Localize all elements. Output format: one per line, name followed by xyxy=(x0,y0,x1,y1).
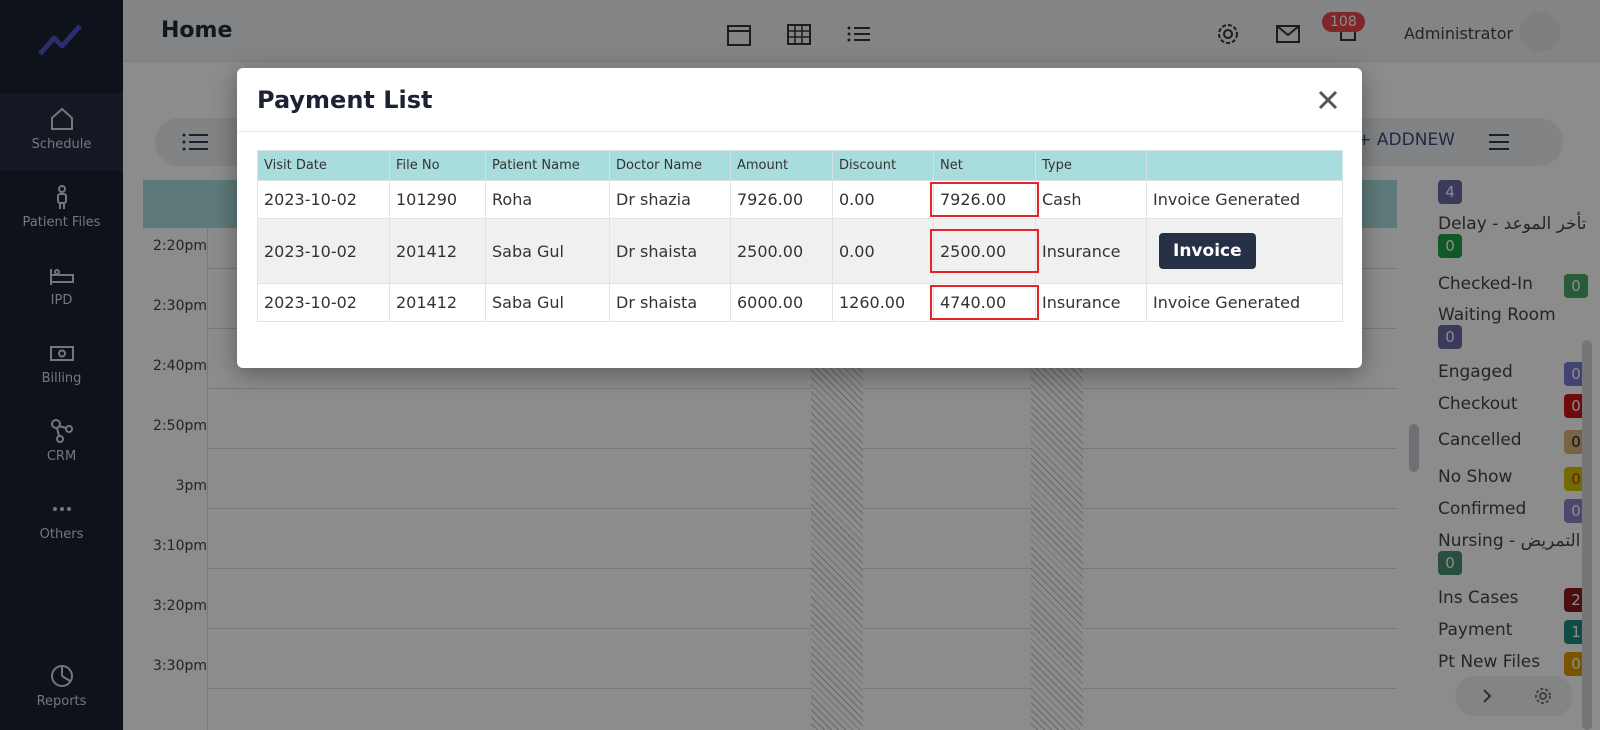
visit-date-cell: 2023-10-02 xyxy=(257,218,390,284)
column-header: Discount xyxy=(832,150,934,181)
amount-cell: 7926.00 xyxy=(730,180,833,219)
file-no-cell: 101290 xyxy=(389,180,486,219)
doctor-name-cell: Dr shaista xyxy=(609,283,731,322)
patient-name-cell: Saba Gul xyxy=(485,218,610,284)
column-header: Type xyxy=(1035,150,1147,181)
invoice-status-cell: Invoice Generated xyxy=(1146,283,1343,322)
file-no-cell: 201412 xyxy=(389,218,486,284)
type-cell: Insurance xyxy=(1035,218,1147,284)
invoice-status-cell: Invoice Generated xyxy=(1146,180,1343,219)
net-cell: 7926.00 xyxy=(930,180,1039,219)
doctor-name-cell: Dr shazia xyxy=(609,180,731,219)
close-icon[interactable] xyxy=(1314,86,1342,114)
patient-name-cell: Saba Gul xyxy=(485,283,610,322)
column-header: Doctor Name xyxy=(609,150,731,181)
discount-cell: 1260.00 xyxy=(832,283,934,322)
file-no-cell: 201412 xyxy=(389,283,486,322)
amount-cell: 2500.00 xyxy=(730,218,833,284)
modal-header: Payment List xyxy=(237,68,1362,132)
table-row: 2023-10-02 201412 Saba Gul Dr shaista 25… xyxy=(257,218,1343,284)
amount-cell: 6000.00 xyxy=(730,283,833,322)
modal-title: Payment List xyxy=(257,86,433,114)
net-cell: 4740.00 xyxy=(930,283,1039,322)
invoice-button[interactable]: Invoice xyxy=(1159,233,1256,269)
column-header: Patient Name xyxy=(485,150,610,181)
payment-list-modal: Payment List Visit Date File No Patient … xyxy=(237,68,1362,368)
column-header: Net xyxy=(933,150,1036,181)
table-row: 2023-10-02 101290 Roha Dr shazia 7926.00… xyxy=(257,180,1343,219)
column-header: Visit Date xyxy=(257,150,390,181)
table-header-row: Visit Date File No Patient Name Doctor N… xyxy=(257,150,1343,181)
discount-cell: 0.00 xyxy=(832,180,934,219)
discount-cell: 0.00 xyxy=(832,218,934,284)
highlight-box xyxy=(930,182,1039,217)
column-header: Amount xyxy=(730,150,833,181)
patient-name-cell: Roha xyxy=(485,180,610,219)
table-row: 2023-10-02 201412 Saba Gul Dr shaista 60… xyxy=(257,283,1343,322)
type-cell: Cash xyxy=(1035,180,1147,219)
type-cell: Insurance xyxy=(1035,283,1147,322)
column-header: File No xyxy=(389,150,486,181)
payment-table: Visit Date File No Patient Name Doctor N… xyxy=(257,150,1343,322)
doctor-name-cell: Dr shaista xyxy=(609,218,731,284)
visit-date-cell: 2023-10-02 xyxy=(257,283,390,322)
visit-date-cell: 2023-10-02 xyxy=(257,180,390,219)
net-cell: 2500.00 xyxy=(930,218,1039,284)
highlight-box xyxy=(930,285,1039,320)
column-header xyxy=(1146,150,1343,181)
invoice-action-cell: Invoice xyxy=(1146,218,1343,284)
highlight-box xyxy=(930,229,1039,273)
